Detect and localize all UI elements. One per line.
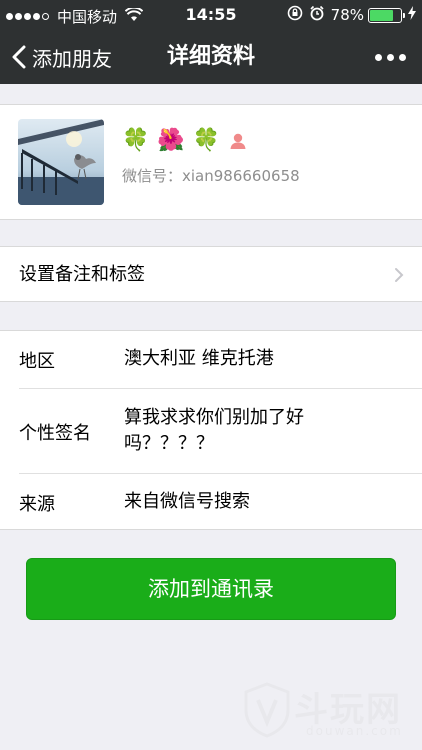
watermark: 斗玩网 douwan.com: [244, 680, 414, 742]
source-label: 来源: [19, 494, 55, 515]
region-value: 澳大利亚 维克托港: [124, 348, 274, 369]
source-row: 来源 来自微信号搜索: [0, 474, 422, 530]
add-to-contacts-button[interactable]: 添加到通讯录: [26, 558, 396, 620]
avatar[interactable]: [18, 119, 104, 205]
clover-emoji: 🍀: [122, 128, 150, 153]
region-label: 地区: [19, 351, 55, 372]
clover-emoji: 🍀: [192, 128, 221, 153]
signature-value: 算我求求你们别加了好吗？？？？: [124, 407, 304, 454]
battery-percent: 78%: [330, 6, 364, 24]
more-button[interactable]: [370, 30, 406, 84]
status-bar: 中国移动 14:55 78%: [0, 0, 422, 30]
watermark-subtext: douwan.com: [306, 724, 403, 738]
charging-bolt-icon: [408, 6, 416, 24]
more-dots-icon: [375, 53, 382, 61]
info-section: 地区 澳大利亚 维克托港 个性签名 算我求求你们别加了好吗？？？？ 来源 来自微…: [0, 330, 422, 530]
page-title: 详细资料: [166, 44, 255, 69]
hibiscus-emoji: 🌺: [157, 128, 185, 153]
region-row: 地区 澳大利亚 维克托港: [0, 331, 422, 388]
rotation-lock-icon: [287, 5, 303, 25]
wechat-id: 微信号：xian986660658: [122, 165, 300, 186]
source-value: 来自微信号搜索: [124, 491, 250, 512]
set-remark-label: 设置备注和标签: [19, 264, 145, 285]
wechat-id-value: xian986660658: [182, 167, 300, 185]
battery-level: [370, 9, 394, 21]
nickname: 🍀 🌺 🍀: [122, 125, 248, 157]
status-right: 78%: [287, 5, 416, 25]
battery-icon: [368, 7, 405, 23]
signature-row: 个性签名 算我求求你们别加了好吗？？？？: [0, 389, 422, 473]
chevron-right-icon: [395, 268, 404, 282]
female-icon: [230, 133, 246, 149]
set-remark-row[interactable]: 设置备注和标签: [0, 246, 422, 302]
shield-icon: [244, 682, 290, 738]
nav-bar: 添加朋友 详细资料: [0, 30, 422, 84]
wechat-id-label: 微信号：: [122, 167, 183, 185]
profile-card: 🍀 🌺 🍀 微信号：xian986660658: [0, 104, 422, 220]
signature-label: 个性签名: [19, 423, 91, 444]
alarm-icon: [309, 5, 325, 25]
